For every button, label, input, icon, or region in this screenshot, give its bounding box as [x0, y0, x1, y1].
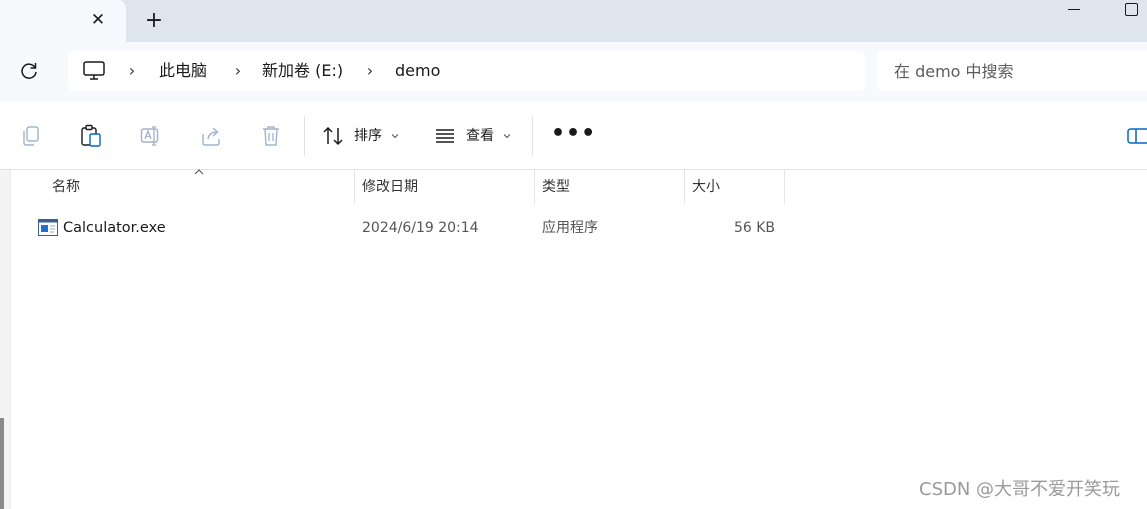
new-tab-button[interactable]: + — [144, 10, 164, 32]
minimize-button[interactable] — [1062, 0, 1086, 20]
file-type: 应用程序 — [542, 220, 598, 236]
copy-icon[interactable] — [20, 124, 42, 148]
exe-file-icon — [38, 219, 58, 236]
file-row[interactable]: Calculator.exe 2024/6/19 20:14 应用程序 56 K… — [12, 212, 787, 244]
address-row: › 此电脑 › 新加卷 (E:) › demo — [0, 42, 1147, 102]
search-box[interactable] — [877, 51, 1147, 91]
column-type[interactable]: 类型 — [535, 170, 684, 204]
delete-icon[interactable] — [260, 124, 282, 148]
command-bar: 排序 查看 ••• — [0, 102, 1147, 170]
chevron-right-icon[interactable]: › — [363, 61, 377, 81]
scrollbar-thumb[interactable] — [0, 418, 4, 509]
toolbar-divider — [304, 116, 305, 156]
maximize-button[interactable] — [1119, 0, 1143, 20]
chevron-down-icon — [503, 134, 511, 139]
column-header-row: 名称 修改日期 类型 大小 — [12, 169, 1147, 204]
sort-label: 排序 — [354, 128, 382, 144]
column-size[interactable]: 大小 — [685, 170, 784, 204]
toolbar-divider — [532, 116, 533, 156]
tab-current[interactable]: ✕ — [0, 0, 126, 42]
view-label: 查看 — [466, 128, 494, 144]
column-divider[interactable] — [784, 170, 785, 204]
title-bar: ✕ + — [0, 0, 1147, 42]
sort-icon — [323, 126, 343, 146]
details-pane-icon[interactable] — [1127, 128, 1147, 144]
file-size: 56 KB — [733, 220, 775, 236]
rename-icon[interactable] — [140, 124, 162, 148]
breadcrumb-drive[interactable]: 新加卷 (E:) — [262, 61, 343, 81]
file-modified: 2024/6/19 20:14 — [362, 220, 479, 236]
column-size-label: 大小 — [692, 179, 720, 195]
chevron-right-icon[interactable]: › — [125, 61, 139, 81]
column-modified[interactable]: 修改日期 — [355, 170, 534, 204]
tab-close-button[interactable]: ✕ — [88, 10, 108, 30]
column-name-label: 名称 — [52, 179, 80, 195]
share-icon[interactable] — [200, 124, 222, 148]
watermark: CSDN @大哥不爱开笑玩 — [919, 479, 1121, 500]
column-name[interactable]: 名称 — [12, 169, 354, 204]
column-type-label: 类型 — [542, 179, 570, 195]
paste-icon[interactable] — [80, 124, 102, 148]
chevron-down-icon — [391, 134, 399, 139]
breadcrumb-demo[interactable]: demo — [395, 61, 440, 81]
search-input[interactable] — [894, 61, 1134, 81]
column-modified-label: 修改日期 — [362, 179, 418, 195]
breadcrumb[interactable]: › 此电脑 › 新加卷 (E:) › demo — [68, 51, 865, 91]
refresh-icon[interactable] — [18, 60, 40, 82]
navigation-pane-scrollbar[interactable] — [0, 170, 11, 509]
computer-icon[interactable] — [82, 60, 106, 82]
sort-ascending-icon — [194, 169, 204, 175]
view-icon — [436, 129, 454, 143]
file-name: Calculator.exe — [63, 220, 166, 236]
more-options-button[interactable]: ••• — [551, 123, 595, 148]
breadcrumb-this-pc[interactable]: 此电脑 — [159, 61, 207, 81]
chevron-right-icon[interactable]: › — [231, 61, 245, 81]
